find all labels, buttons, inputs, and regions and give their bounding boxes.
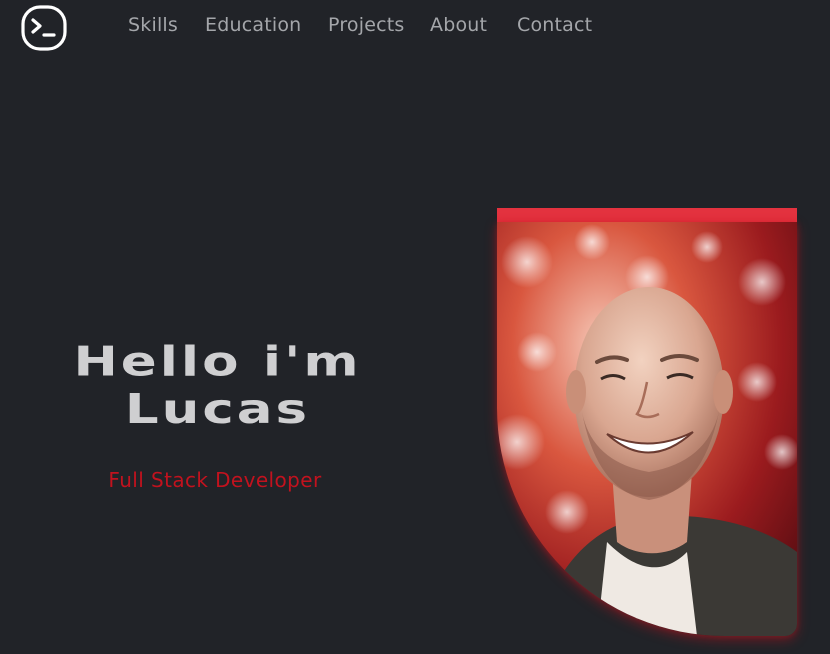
nav-link-skills[interactable]: Skills [128, 14, 178, 36]
nav-link-contact[interactable]: Contact [517, 14, 592, 36]
nav-link-about[interactable]: About [430, 14, 487, 36]
terminal-logo-icon[interactable] [21, 5, 67, 51]
profile-photo [497, 222, 797, 636]
hero-title: Hello i'm Lucas [20, 338, 415, 433]
photo-accent-bar [497, 208, 797, 222]
portfolio-page: Skills Education Projects About Contact … [0, 0, 830, 654]
nav-link-projects[interactable]: Projects [328, 14, 405, 36]
nav-link-education[interactable]: Education [205, 14, 301, 36]
hero-title-line2: Lucas [124, 385, 311, 434]
hero-title-line1: Hello i'm [73, 338, 362, 386]
hero-subtitle: Full Stack Developer [108, 468, 322, 492]
